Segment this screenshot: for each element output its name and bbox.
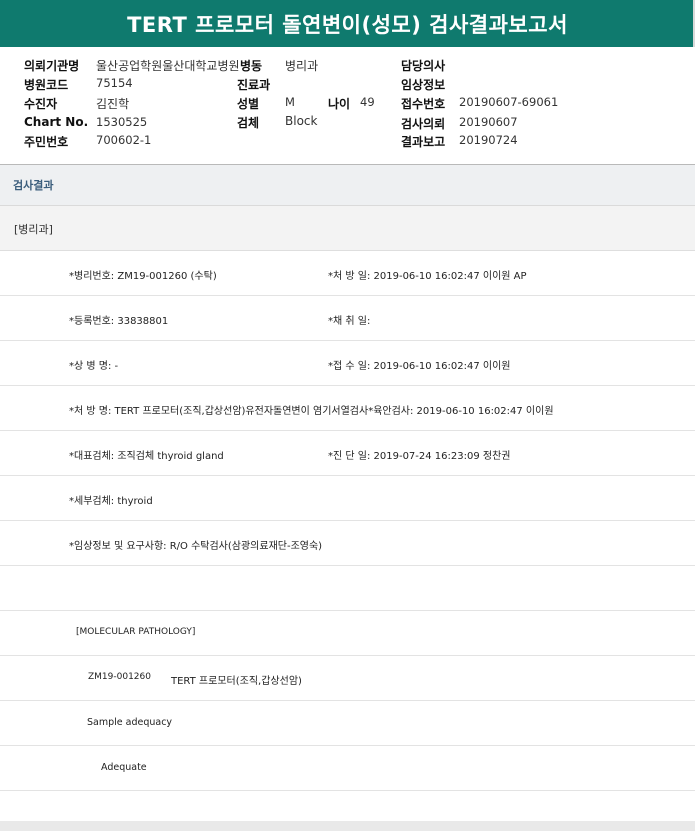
section-title: 검사결과: [13, 179, 54, 192]
sample-adequacy-value: Adequate: [101, 762, 147, 773]
patient-label: 수진자: [24, 97, 58, 111]
sample-adequacy-label: Sample adequacy: [87, 717, 173, 728]
result-row: [MOLECULAR PATHOLOGY]: [0, 611, 695, 656]
sex-value: M: [285, 95, 295, 109]
result-row: *등록번호: 33838801 *채 취 일:: [0, 296, 695, 341]
footer-bar: [0, 821, 695, 831]
report-date-value: 20190724: [459, 133, 518, 147]
ward-value: 병리과: [285, 59, 319, 73]
result-row-empty: [0, 566, 695, 611]
receipt-date: *접 수 일: 2019-06-10 16:02:47 이이원: [328, 361, 511, 372]
result-row: ZM19-001260 TERT 프로모터(조직,갑상선암): [0, 656, 695, 701]
receipt-no-value: 20190607-69061: [459, 95, 559, 109]
report-title: TERT 프로모터 돌연변이(성모) 검사결과보고서: [0, 0, 695, 47]
hospital-code-value: 75154: [96, 76, 133, 90]
hospital-code-label: 병원코드: [24, 78, 69, 92]
result-row: Sample adequacy: [0, 701, 695, 746]
age-label: 나이: [328, 97, 351, 111]
registration-number: *등록번호: 33838801: [69, 316, 169, 327]
diagnosis-date: *진 단 일: 2019-07-24 16:23:09 정찬권: [328, 451, 511, 462]
result-row: *세부검체: thyroid: [0, 476, 695, 521]
representative-specimen: *대표검체: 조직검체 thyroid gland: [69, 451, 224, 462]
prescription-name: *처 방 명: TERT 프로모터(조직,갑상선암)유전자돌연변이 염기서열검사…: [69, 406, 554, 417]
attending-label: 담당의사: [401, 59, 446, 73]
result-row: Adequate: [0, 746, 695, 791]
subsection-header: [병리과]: [0, 206, 695, 251]
result-row: *처 방 명: TERT 프로모터(조직,갑상선암)유전자돌연변이 염기서열검사…: [0, 386, 695, 431]
institution-value: 울산공업학원울산대학교병원: [96, 59, 240, 73]
pathology-number: *병리번호: ZM19-001260 (수탁): [69, 271, 217, 282]
prescription-date: *처 방 일: 2019-06-10 16:02:47 이이원 AP: [328, 271, 527, 282]
case-number: ZM19-001260: [88, 672, 151, 682]
result-row: *상 병 명: - *접 수 일: 2019-06-10 16:02:47 이이…: [0, 341, 695, 386]
section-header: 검사결과: [0, 165, 695, 206]
clinical-info-label: 임상정보: [401, 78, 446, 92]
institution-label: 의뢰기관명: [24, 59, 80, 73]
clinical-request: *임상정보 및 요구사항: R/O 수탁검사(삼광의료재단-조영숙): [69, 541, 323, 552]
diagnosis-name: *상 병 명: -: [69, 361, 119, 372]
sex-label: 성별: [237, 97, 260, 111]
test-name: TERT 프로모터(조직,갑상선암): [171, 676, 302, 687]
chart-no-value: 1530525: [96, 115, 148, 129]
collection-date: *채 취 일:: [328, 316, 371, 327]
report-date-label: 결과보고: [401, 135, 446, 149]
request-date-value: 20190607: [459, 115, 518, 129]
result-row: *임상정보 및 요구사항: R/O 수탁검사(삼광의료재단-조영숙): [0, 521, 695, 566]
rrn-value: 700602-1: [96, 133, 152, 147]
patient-value: 김진학: [96, 97, 130, 111]
detailed-specimen: *세부검체: thyroid: [69, 496, 153, 507]
molecular-pathology-heading: [MOLECULAR PATHOLOGY]: [76, 627, 196, 637]
request-date-label: 검사의뢰: [401, 117, 446, 131]
dept-label: 진료과: [237, 78, 271, 92]
subsection-title: [병리과]: [14, 223, 53, 236]
age-value: 49: [360, 95, 375, 109]
specimen-label: 검체: [237, 116, 260, 130]
result-row: *병리번호: ZM19-001260 (수탁) *처 방 일: 2019-06-…: [0, 251, 695, 296]
receipt-no-label: 접수번호: [401, 97, 446, 111]
ward-label: 병동: [240, 59, 263, 73]
specimen-value: Block: [285, 114, 318, 128]
result-row: *대표검체: 조직검체 thyroid gland *진 단 일: 2019-0…: [0, 431, 695, 476]
chart-no-label: Chart No.: [24, 115, 89, 129]
rrn-label: 주민번호: [24, 135, 69, 149]
